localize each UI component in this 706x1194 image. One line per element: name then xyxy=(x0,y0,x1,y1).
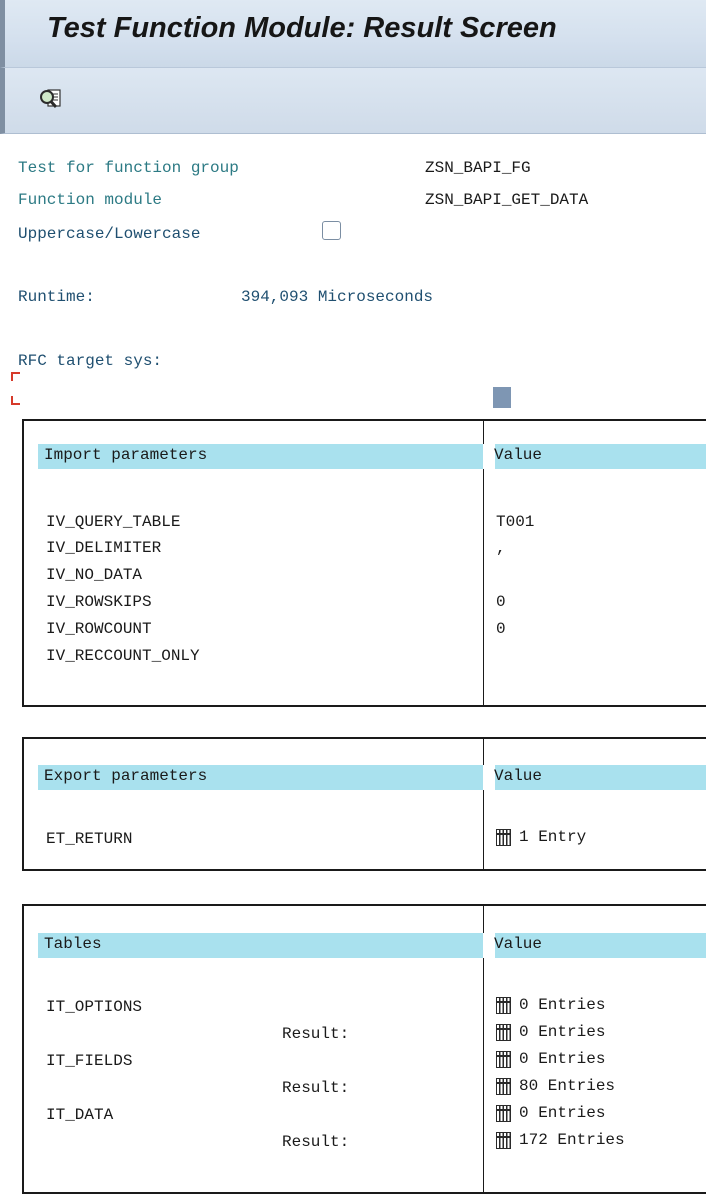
table-param-name: IT_FIELDS xyxy=(46,1052,133,1070)
table-icon[interactable] xyxy=(496,1023,511,1041)
focus-marker-bottom xyxy=(11,396,20,405)
title-bar: Test Function Module: Result Screen xyxy=(0,0,706,68)
param-value[interactable]: , xyxy=(496,539,506,557)
table-result-link[interactable]: 172 Entries xyxy=(496,1131,625,1149)
param-name: IV_RECCOUNT_ONLY xyxy=(46,647,200,665)
table-entry-link[interactable]: 0 Entries xyxy=(496,1104,605,1122)
result-label: Result: xyxy=(282,1079,350,1097)
param-name: IV_NO_DATA xyxy=(46,566,143,584)
param-name: IV_DELIMITER xyxy=(46,539,162,557)
table-result-link[interactable]: 80 Entries xyxy=(496,1077,615,1095)
uppercase-label: Uppercase/Lowercase xyxy=(18,225,201,243)
tables-header-label: Tables xyxy=(44,935,102,953)
magnifier-document-icon[interactable] xyxy=(33,83,69,115)
entry-count: 0 Entries xyxy=(519,996,606,1014)
param-value[interactable]: 0 xyxy=(496,620,506,638)
function-module-value: ZSN_BAPI_GET_DATA xyxy=(425,191,589,209)
import-header-label: Import parameters xyxy=(44,446,208,464)
import-header-row: Import parameters Value xyxy=(38,444,706,469)
tables-value-header: Value xyxy=(494,935,543,953)
column-divider xyxy=(483,739,484,869)
rfc-target-input[interactable] xyxy=(493,387,511,408)
runtime-value: 394,093 Microseconds xyxy=(241,288,434,306)
result-count: 0 Entries xyxy=(519,1023,606,1041)
param-name: IV_ROWCOUNT xyxy=(46,620,152,638)
function-group-label: Test for function group xyxy=(18,159,239,177)
entry-count: 1 Entry xyxy=(519,828,587,846)
export-header-row: Export parameters Value xyxy=(38,765,706,790)
function-module-label: Function module xyxy=(18,191,163,209)
table-icon[interactable] xyxy=(496,1131,511,1149)
toolbar xyxy=(0,68,706,134)
tables-group: Tables Value IT_OPTIONS 0 Entries Result… xyxy=(22,904,706,1194)
export-header-label: Export parameters xyxy=(44,767,208,785)
result-count: 172 Entries xyxy=(519,1131,625,1149)
result-content: Test for function group ZSN_BAPI_FG Func… xyxy=(0,134,706,1194)
result-label: Result: xyxy=(282,1133,350,1151)
entry-count: 0 Entries xyxy=(519,1050,606,1068)
table-entry-link[interactable]: 0 Entries xyxy=(496,1050,605,1068)
import-parameters-group: Import parameters Value IV_QUERY_TABLE T… xyxy=(22,419,706,707)
function-group-value: ZSN_BAPI_FG xyxy=(425,159,531,177)
uppercase-checkbox[interactable] xyxy=(322,221,341,240)
tables-header-row: Tables Value xyxy=(38,933,706,958)
result-count: 80 Entries xyxy=(519,1077,616,1095)
table-entry-link[interactable]: 0 Entries xyxy=(496,996,605,1014)
import-value-header: Value xyxy=(494,446,543,464)
result-label: Result: xyxy=(282,1025,350,1043)
table-icon[interactable] xyxy=(496,1050,511,1068)
param-name: IV_ROWSKIPS xyxy=(46,593,152,611)
rfc-target-label: RFC target sys: xyxy=(18,352,163,370)
table-icon[interactable] xyxy=(496,1104,511,1122)
table-icon[interactable] xyxy=(496,1077,511,1095)
focus-marker-top xyxy=(11,372,20,381)
table-icon[interactable] xyxy=(496,828,511,846)
entry-count: 0 Entries xyxy=(519,1104,606,1122)
param-name: ET_RETURN xyxy=(46,830,133,848)
table-result-link[interactable]: 0 Entries xyxy=(496,1023,605,1041)
param-value[interactable]: T001 xyxy=(496,513,534,531)
runtime-label: Runtime: xyxy=(18,288,95,306)
page-title: Test Function Module: Result Screen xyxy=(47,12,557,44)
table-param-name: IT_OPTIONS xyxy=(46,998,143,1016)
param-value[interactable]: 0 xyxy=(496,593,506,611)
export-parameters-group: Export parameters Value ET_RETURN 1 Entr… xyxy=(22,737,706,871)
param-name: IV_QUERY_TABLE xyxy=(46,513,181,531)
table-icon[interactable] xyxy=(496,996,511,1014)
export-value-header: Value xyxy=(494,767,543,785)
table-param-name: IT_DATA xyxy=(46,1106,114,1124)
table-entry-link[interactable]: 1 Entry xyxy=(496,828,586,846)
